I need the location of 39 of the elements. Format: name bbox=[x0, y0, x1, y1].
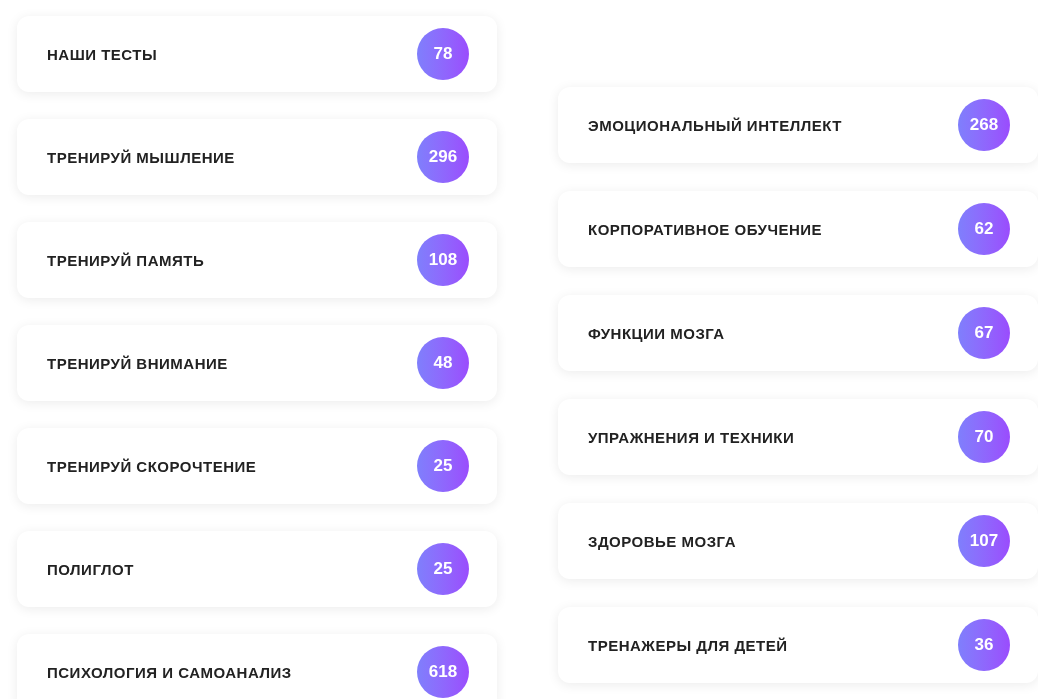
category-label: КОРПОРАТИВНОЕ ОБУЧЕНИЕ bbox=[588, 219, 824, 240]
category-link[interactable]: ТРЕНИРУЙ ПАМЯТЬ 108 bbox=[17, 222, 497, 298]
category-label: ТРЕНИРУЙ ВНИМАНИЕ bbox=[47, 353, 229, 374]
count-badge: 108 bbox=[417, 234, 469, 286]
count-badge: 107 bbox=[958, 515, 1010, 567]
category-label: ЗДОРОВЬЕ МОЗГА bbox=[588, 531, 737, 552]
category-label: ПОЛИГЛОТ bbox=[47, 559, 135, 580]
count-badge: 25 bbox=[417, 543, 469, 595]
category-link[interactable]: ЭМОЦИОНАЛЬНЫЙ ИНТЕЛЛЕКТ 268 bbox=[558, 87, 1038, 163]
category-label: ТРЕНАЖЕРЫ ДЛЯ ДЕТЕЙ bbox=[588, 635, 789, 656]
count-badge: 25 bbox=[417, 440, 469, 492]
count-badge: 296 bbox=[417, 131, 469, 183]
category-label: ТРЕНИРУЙ МЫШЛЕНИЕ bbox=[47, 147, 236, 168]
category-link[interactable]: ТРЕНИРУЙ МЫШЛЕНИЕ 296 bbox=[17, 119, 497, 195]
count-badge: 70 bbox=[958, 411, 1010, 463]
category-link[interactable]: ТРЕНАЖЕРЫ ДЛЯ ДЕТЕЙ 36 bbox=[558, 607, 1038, 683]
category-link[interactable]: ФУНКЦИИ МОЗГА 67 bbox=[558, 295, 1038, 371]
count-badge: 268 bbox=[958, 99, 1010, 151]
count-badge: 48 bbox=[417, 337, 469, 389]
category-link[interactable]: УПРАЖНЕНИЯ И ТЕХНИКИ 70 bbox=[558, 399, 1038, 475]
category-link[interactable]: КОРПОРАТИВНОЕ ОБУЧЕНИЕ 62 bbox=[558, 191, 1038, 267]
category-link[interactable]: НАШИ ТЕСТЫ 78 bbox=[17, 16, 497, 92]
category-label: ТРЕНИРУЙ СКОРОЧТЕНИЕ bbox=[47, 456, 258, 477]
category-label: ТРЕНИРУЙ ПАМЯТЬ bbox=[47, 250, 206, 271]
category-link[interactable]: ПОЛИГЛОТ 25 bbox=[17, 531, 497, 607]
category-label: НАШИ ТЕСТЫ bbox=[47, 44, 159, 65]
count-badge: 67 bbox=[958, 307, 1010, 359]
category-link[interactable]: ПСИХОЛОГИЯ И САМОАНАЛИЗ 618 bbox=[17, 634, 497, 699]
category-link[interactable]: ТРЕНИРУЙ ВНИМАНИЕ 48 bbox=[17, 325, 497, 401]
category-label: УПРАЖНЕНИЯ И ТЕХНИКИ bbox=[588, 427, 796, 448]
category-label: ФУНКЦИИ МОЗГА bbox=[588, 323, 726, 344]
count-badge: 618 bbox=[417, 646, 469, 698]
count-badge: 78 bbox=[417, 28, 469, 80]
count-badge: 62 bbox=[958, 203, 1010, 255]
category-link[interactable]: ТРЕНИРУЙ СКОРОЧТЕНИЕ 25 bbox=[17, 428, 497, 504]
category-link[interactable]: ЗДОРОВЬЕ МОЗГА 107 bbox=[558, 503, 1038, 579]
category-label: ПСИХОЛОГИЯ И САМОАНАЛИЗ bbox=[47, 662, 293, 683]
category-label: ЭМОЦИОНАЛЬНЫЙ ИНТЕЛЛЕКТ bbox=[588, 115, 843, 136]
count-badge: 36 bbox=[958, 619, 1010, 671]
